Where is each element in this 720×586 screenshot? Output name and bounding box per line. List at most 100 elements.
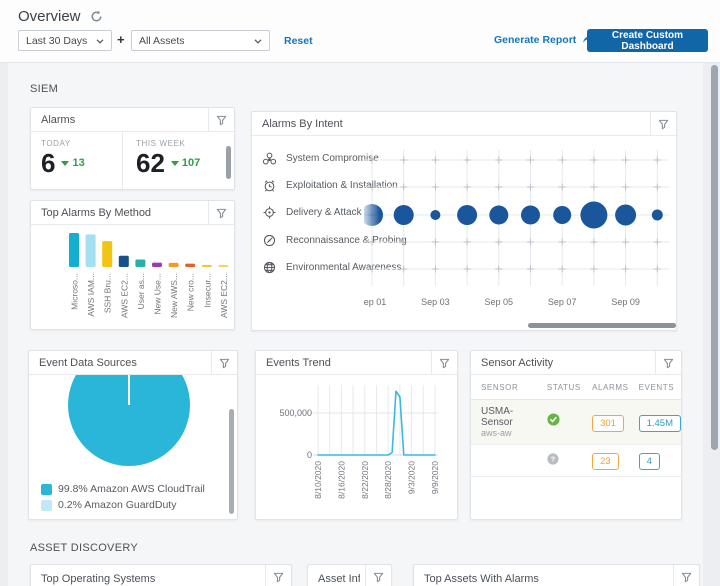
svg-text:8/28/2020: 8/28/2020 xyxy=(383,461,393,499)
svg-text:New AWS...: New AWS... xyxy=(169,273,179,318)
top-alarms-by-method-card: Top Alarms By Method Microso... AWS IAM..… xyxy=(30,200,235,330)
svg-text:?: ? xyxy=(551,454,556,463)
horizontal-scrollbar-thumb[interactable] xyxy=(528,323,676,328)
svg-text:8/22/2020: 8/22/2020 xyxy=(360,461,370,499)
filter-icon[interactable] xyxy=(431,351,457,375)
pie-legend: 99.8% Amazon AWS CloudTrail 0.2% Amazon … xyxy=(41,479,205,511)
svg-text:SSH Bru...: SSH Bru... xyxy=(103,273,113,313)
asset-information-card: Asset Infor... xyxy=(307,564,392,586)
card-title: Top Operating Systems xyxy=(41,573,156,585)
intent-bubble-chart: Sep 01 Sep 03 Sep 05 Sep 07 Sep 09 xyxy=(364,150,669,307)
column-header: STATUS xyxy=(536,375,583,400)
events-trend-card: Events Trend 500,000 0 8/10/2020 8/16/2020 8… xyxy=(255,350,458,520)
siem-section-label: SIEM xyxy=(30,83,59,95)
create-custom-dashboard-button[interactable]: Create Custom Dashboard xyxy=(587,29,708,52)
svg-text:Sep 03: Sep 03 xyxy=(421,297,450,307)
add-filter-label: + xyxy=(117,32,125,47)
asset-discovery-section-label: ASSET DISCOVERY xyxy=(30,542,139,554)
topbar: Overview Last 30 Days + All Assets Reset… xyxy=(0,0,720,63)
filter-icon[interactable] xyxy=(265,565,291,586)
sensor-row[interactable]: USMA-Sensor aws-aw 301 1.45M xyxy=(471,399,681,445)
sensor-row[interactable]: ? 23 4 xyxy=(471,444,681,477)
svg-text:Sep 07: Sep 07 xyxy=(548,297,577,307)
asset-scope-select[interactable]: All Assets xyxy=(131,30,270,51)
legend-row: 99.8% Amazon AWS CloudTrail xyxy=(41,483,205,495)
events-count-badge[interactable]: 1.45M xyxy=(638,414,681,432)
filter-icon[interactable] xyxy=(365,565,391,586)
week-delta: 107 xyxy=(170,157,200,169)
reconnaissance-probing-icon xyxy=(262,233,279,248)
page-scrollbar-thumb[interactable] xyxy=(711,65,718,450)
filter-icon[interactable] xyxy=(208,108,234,132)
time-range-select[interactable]: Last 30 Days xyxy=(18,30,112,51)
alarms-count-badge[interactable]: 301 xyxy=(592,414,624,432)
svg-text:8/16/2020: 8/16/2020 xyxy=(336,461,346,499)
card-title: Events Trend xyxy=(266,356,331,369)
check-circle-icon xyxy=(547,413,560,426)
bar xyxy=(102,241,113,267)
sensor-activity-card: Sensor Activity SENSOR STATUS ALARMS EVENTS… xyxy=(470,350,682,520)
filter-icon[interactable] xyxy=(650,112,676,136)
events-trend-chart: 500,000 08/10/2020 8/16/2020 8/22/2020 8/28/… xyxy=(279,385,440,499)
generate-report-link[interactable]: Generate Report xyxy=(494,33,595,47)
svg-text:AWS EC2...: AWS EC2... xyxy=(119,273,129,318)
column-header: ALARMS xyxy=(582,375,629,400)
alarms-this-week: THIS WEEK 62 107 xyxy=(123,132,234,189)
svg-text:8/10/2020: 8/10/2020 xyxy=(313,461,323,499)
filter-icon[interactable] xyxy=(655,351,681,375)
svg-text:New Use...: New Use... xyxy=(153,273,163,315)
alarms-card: Alarms TODAY 6 13 THIS WEEK 62 107 xyxy=(30,107,235,190)
bar xyxy=(168,262,179,267)
svg-text:Sep 05: Sep 05 xyxy=(485,297,514,307)
pie-slice-divider xyxy=(128,375,130,405)
scrollbar-thumb[interactable] xyxy=(226,146,231,179)
filter-icon[interactable] xyxy=(208,201,234,225)
card-title: Top Assets With Alarms xyxy=(424,573,539,585)
svg-text:9/3/2020: 9/3/2020 xyxy=(407,461,417,494)
legend-label: 0.2% Amazon GuardDuty xyxy=(58,499,177,511)
asset-scope-value: All Assets xyxy=(139,34,185,47)
card-title: Top Alarms By Method xyxy=(41,206,152,219)
today-delta: 13 xyxy=(61,157,85,169)
bar xyxy=(118,255,129,267)
svg-text:AWS EC2...: AWS EC2... xyxy=(219,273,229,318)
sensor-subtitle: aws-aw xyxy=(481,428,512,438)
bar xyxy=(135,259,146,267)
alarms-count-badge[interactable]: 23 xyxy=(592,453,619,470)
bar xyxy=(185,263,196,267)
filter-icon[interactable] xyxy=(673,565,699,586)
svg-text:Sep 01: Sep 01 xyxy=(364,297,386,307)
card-title: Alarms By Intent xyxy=(262,117,343,130)
week-label: THIS WEEK xyxy=(136,139,186,148)
exploitation-installation-icon xyxy=(262,178,279,193)
question-circle-icon: ? xyxy=(547,452,559,465)
svg-text:9/9/2020: 9/9/2020 xyxy=(430,461,440,494)
system-compromise-icon xyxy=(262,151,279,166)
event-data-sources-card: Event Data Sources 99.8% Amazon AWS Clou… xyxy=(28,350,238,520)
events-count-badge[interactable]: 4 xyxy=(638,453,660,470)
alarms-today: TODAY 6 13 xyxy=(31,132,123,189)
card-title: Sensor Activity xyxy=(481,356,554,369)
refresh-icon[interactable] xyxy=(90,10,103,23)
arrow-down-icon xyxy=(61,160,70,166)
reset-link[interactable]: Reset xyxy=(284,35,313,47)
sensor-name: USMA-Sensor xyxy=(481,406,514,428)
svg-text:500,000: 500,000 xyxy=(279,408,312,418)
card-title: Asset Infor... xyxy=(318,573,360,585)
filter-icon[interactable] xyxy=(211,351,237,375)
week-value: 62 xyxy=(136,148,165,178)
today-value: 6 xyxy=(41,148,56,178)
top-operating-systems-card: Top Operating Systems xyxy=(30,564,292,586)
bar xyxy=(201,264,212,267)
svg-text:New cro...: New cro... xyxy=(186,273,196,311)
generate-report-label: Generate Report xyxy=(494,34,577,46)
intent-category-label: Delivery & Attack xyxy=(286,207,362,219)
environmental-awareness-icon xyxy=(262,260,279,275)
svg-text:User as...: User as... xyxy=(136,273,146,309)
scrollbar-thumb[interactable] xyxy=(229,409,234,514)
legend-row: 0.2% Amazon GuardDuty xyxy=(41,499,205,511)
svg-text:AWS IAM...: AWS IAM... xyxy=(86,273,96,317)
sensor-activity-table: SENSOR STATUS ALARMS EVENTS USMA-Sensor aws… xyxy=(471,375,681,477)
method-bar-chart: Microso... AWS IAM... SSH Bru... AWS EC2...… xyxy=(69,233,229,318)
svg-text:0: 0 xyxy=(307,450,312,460)
